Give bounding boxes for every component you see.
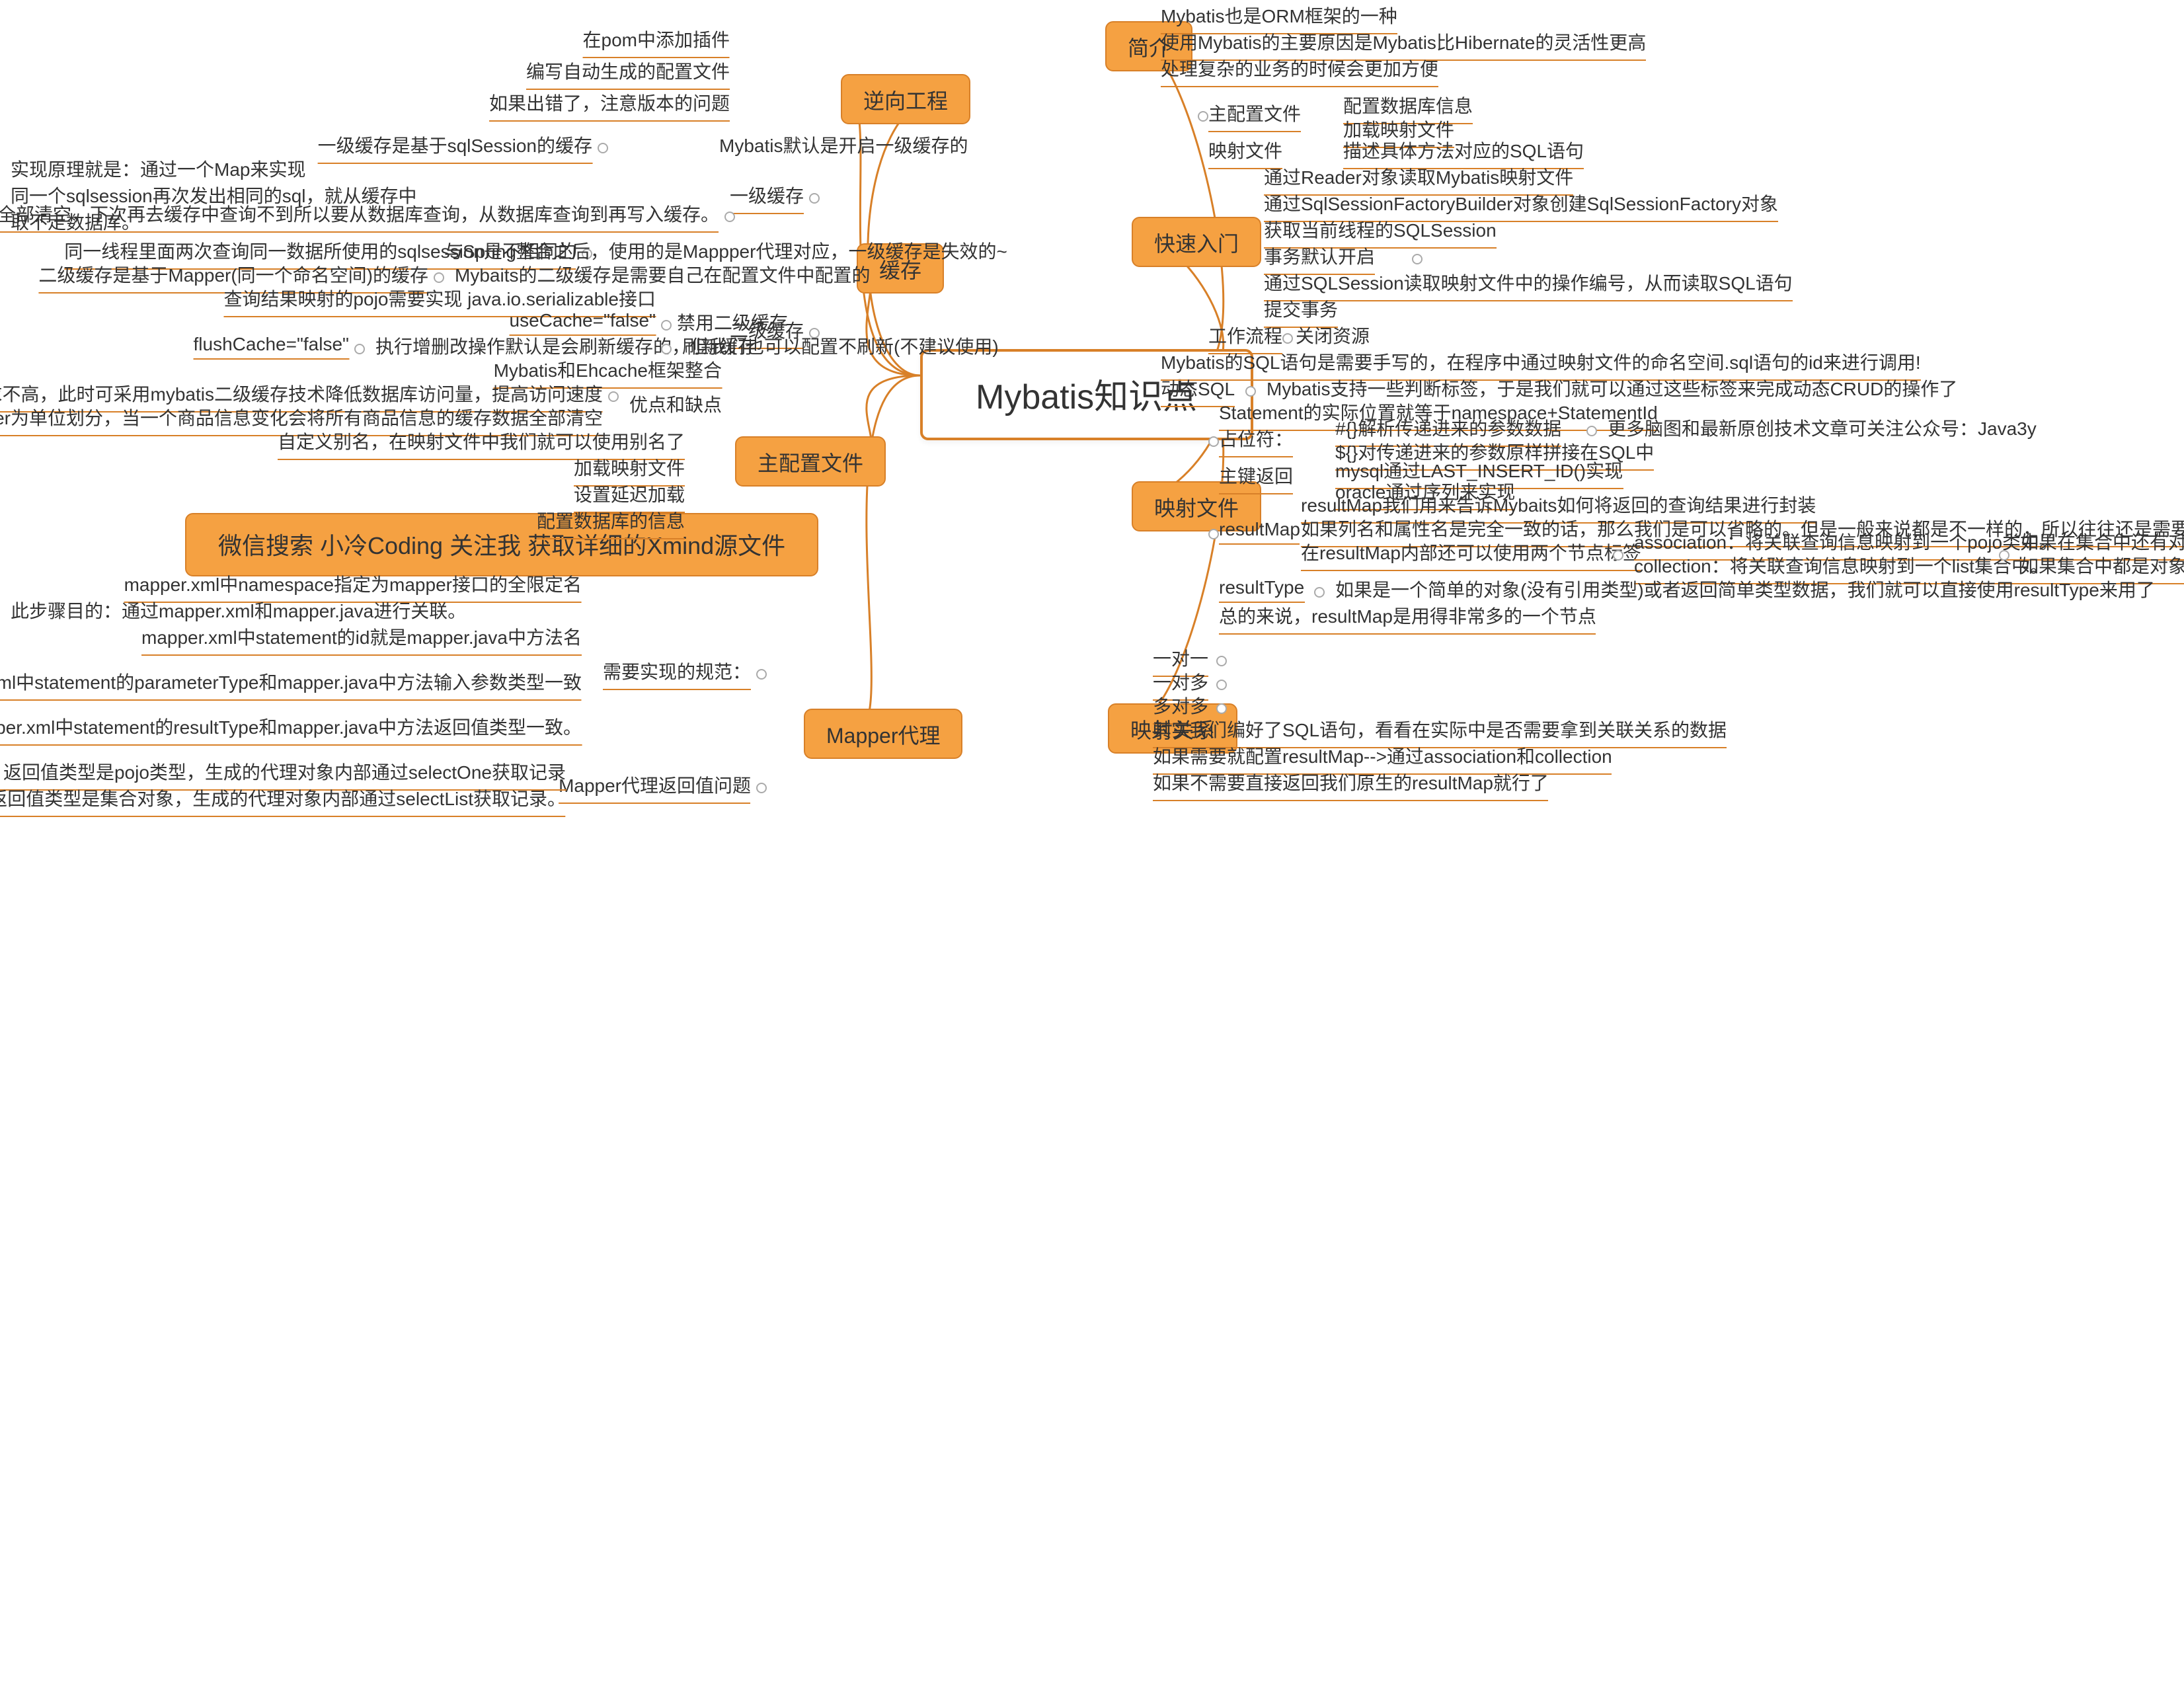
- reverse-item-2: 如果出错了，注意版本的问题: [489, 90, 730, 122]
- l2-h7: flushCache="false": [194, 333, 349, 360]
- cache-l1-label: 一级缓存: [730, 182, 804, 214]
- banner: 微信搜索 小冷Coding 关注我 获取详细的Xmind源文件: [185, 513, 818, 576]
- quick-maincfg: 主配置文件: [1208, 100, 1301, 132]
- dot: [661, 344, 672, 354]
- dot: [1999, 550, 2009, 561]
- branch-reverse: 逆向工程: [841, 74, 970, 124]
- dot: [598, 143, 608, 153]
- dot: [756, 783, 767, 793]
- rel-5: 如果不需要直接返回我们原生的resultMap就行了: [1153, 769, 1549, 801]
- banner-text: 微信搜索 小冷Coding 关注我 获取详细的Xmind源文件: [218, 533, 785, 559]
- cache-l1-item-3: 如果两次中间出现commit操作（修改、添加、删除），本sqlsession中的…: [0, 201, 719, 233]
- cfg-3: 配置数据库的信息: [537, 508, 685, 539]
- dot: [1613, 550, 1623, 561]
- dot: [756, 669, 767, 680]
- dot: [354, 344, 365, 354]
- branch-mapfile-label: 映射文件: [1154, 498, 1239, 521]
- dot: [809, 193, 820, 204]
- dot: [1314, 587, 1325, 598]
- mf-placeholder: 占位符：: [1219, 426, 1293, 457]
- ret-1: 如果返回值类型是集合对象，生成的代理对象内部通过selectList获取记录。: [0, 785, 566, 817]
- dot: [434, 272, 444, 283]
- dot: [1208, 436, 1219, 447]
- reverse-item-1: 编写自动生成的配置文件: [526, 58, 730, 90]
- mf-resultmap: resultMap: [1219, 518, 1300, 545]
- dot: [1216, 703, 1227, 714]
- mapper-needs-label: 需要实现的规范：: [603, 658, 751, 690]
- dot: [1208, 529, 1219, 539]
- flow-4: 通过SQLSession读取映射文件中的操作编号，从而读取SQL语句: [1264, 270, 1793, 301]
- dot: [1282, 333, 1293, 344]
- dot: [1198, 111, 1208, 122]
- dot: [661, 320, 672, 331]
- dot: [1586, 426, 1597, 436]
- l2-h5: useCache="false": [510, 309, 656, 336]
- intro-2: 处理复杂的业务的时候会更加方便: [1161, 56, 1438, 87]
- ph-1: 更多脑图和最新原创技术文章可关注公众号：Java3y: [1608, 415, 2037, 446]
- need-4: mapper.xml中statement的resultType和mapper.j…: [0, 714, 582, 746]
- reverse-item-0: 在pom中添加插件: [583, 26, 730, 58]
- branch-reverse-label: 逆向工程: [863, 91, 948, 114]
- need-3: mapper.xml中statement的parameterType和mappe…: [0, 669, 582, 701]
- mf-summary: 总的来说，resultMap是用得非常多的一个节点: [1219, 603, 1596, 635]
- dot: [1412, 254, 1423, 264]
- branch-quick: 快速入门: [1132, 217, 1261, 267]
- mf-resulttype: resultType: [1219, 576, 1304, 603]
- branch-config-label: 主配置文件: [758, 453, 863, 476]
- branch-config: 主配置文件: [735, 436, 886, 487]
- cache-l1-hint: Mybatis默认是开启一级缓存的: [719, 132, 968, 163]
- branch-mapper: Mapper代理: [804, 709, 963, 759]
- l2-h13: 优点和缺点: [629, 391, 722, 422]
- need-2: mapper.xml中statement的id就是mapper.java中方法名: [141, 624, 582, 656]
- dot: [1216, 656, 1227, 666]
- branch-quick-label: 快速入门: [1154, 234, 1239, 256]
- dot: [608, 391, 619, 402]
- mapper-ret-label: Mapper代理返回值问题: [559, 772, 751, 804]
- rm-2: 在resultMap内部还可以使用两个节点标签: [1301, 539, 1641, 571]
- dot: [1245, 386, 1256, 397]
- mf-pk: 主键返回: [1219, 463, 1293, 494]
- branch-mapper-label: Mapper代理: [826, 726, 941, 748]
- dot: [724, 212, 735, 222]
- dot: [1216, 680, 1227, 690]
